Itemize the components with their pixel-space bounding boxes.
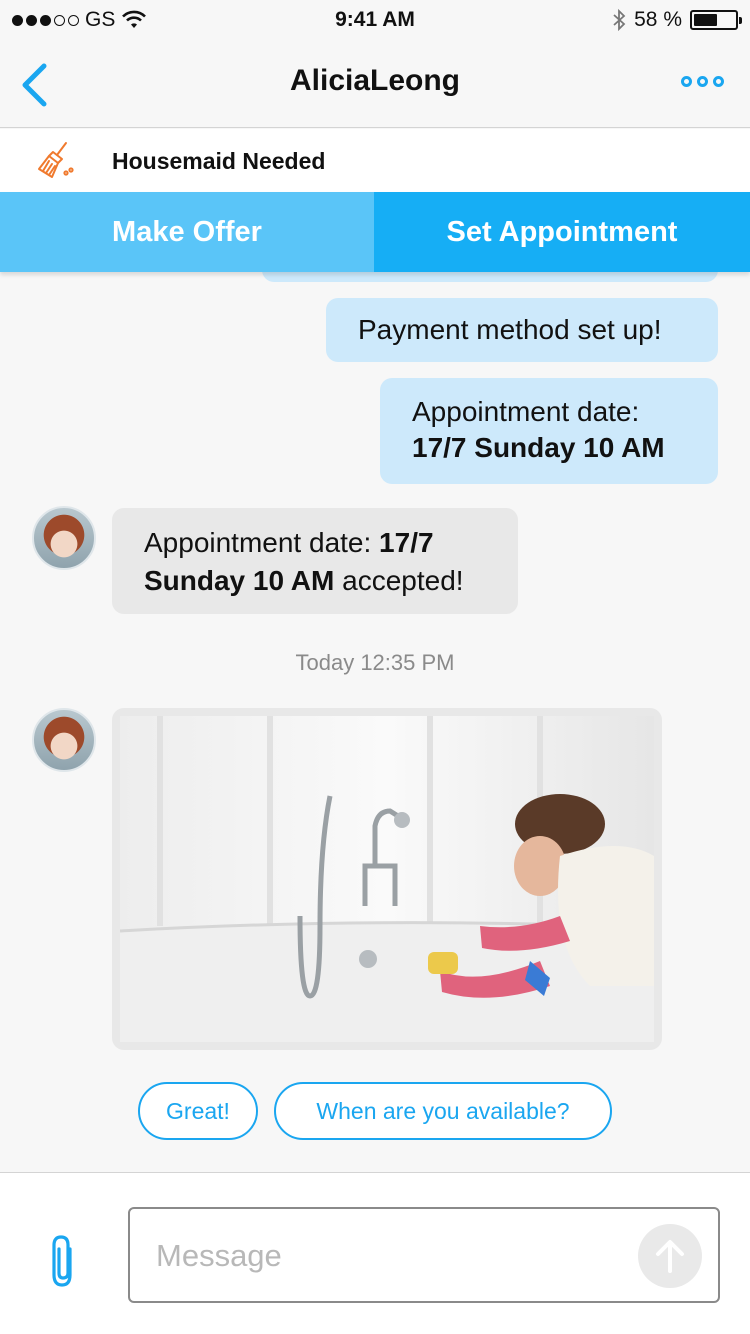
outgoing-message: Appointment date: 17/7 Sunday 10 AM	[380, 378, 718, 484]
broom-icon	[38, 142, 74, 178]
job-header[interactable]: Housemaid Needed	[0, 129, 750, 192]
bathtub-cleaning-photo	[120, 716, 654, 1042]
paperclip-icon	[52, 1235, 72, 1287]
message-composer	[0, 1172, 750, 1334]
status-right: 58 %	[612, 8, 742, 32]
battery-level	[694, 14, 718, 26]
more-dot-icon	[713, 76, 724, 87]
message-text-bold: 17/7 Sunday 10 AM	[412, 432, 665, 463]
message-text-bold: Sunday 10 AM	[144, 565, 335, 596]
more-dot-icon	[681, 76, 692, 87]
status-bar: GS 9:41 AM 58 %	[0, 0, 750, 40]
message-text: Appointment date:	[412, 396, 640, 427]
message-text-bold: 17/7	[379, 527, 434, 558]
more-options-button[interactable]	[681, 76, 724, 87]
chat-thread[interactable]: Payment method set up! Appointment date:…	[0, 272, 750, 1172]
outgoing-message: Payment method set up!	[326, 298, 718, 362]
message-field	[128, 1207, 720, 1303]
job-title: Housemaid Needed	[112, 148, 326, 174]
message-text: accepted!	[334, 565, 464, 596]
back-button[interactable]	[14, 62, 54, 108]
battery-icon	[690, 10, 742, 30]
set-appointment-button[interactable]: Set Appointment	[374, 192, 750, 272]
chevron-left-icon	[22, 63, 47, 107]
page-title: AliciaLeong	[289, 64, 461, 97]
bluetooth-icon	[613, 8, 626, 32]
timestamp: Today 12:35 PM	[295, 650, 455, 675]
send-button[interactable]	[638, 1224, 702, 1288]
more-dot-icon	[697, 76, 708, 87]
action-buttons: Make Offer Set Appointment	[0, 192, 750, 272]
attach-button[interactable]	[46, 1233, 82, 1289]
nav-bar: AliciaLeong	[0, 40, 750, 128]
previous-message-bubble	[262, 272, 718, 282]
make-offer-button[interactable]: Make Offer	[0, 192, 374, 272]
message-input[interactable]	[156, 1233, 616, 1279]
incoming-message: Appointment date: 17/7 Sunday 10 AM accep…	[112, 508, 518, 614]
quick-reply-great[interactable]: Great!	[138, 1082, 258, 1140]
message-text: Appointment date:	[144, 527, 380, 558]
arrow-up-icon	[656, 1240, 684, 1273]
photo-illustration	[120, 716, 654, 1042]
avatar[interactable]	[32, 708, 96, 772]
avatar[interactable]	[32, 506, 96, 570]
image-message[interactable]	[112, 708, 662, 1050]
battery-percent: 58 %	[634, 8, 682, 31]
quick-reply-availability[interactable]: When are you available?	[274, 1082, 612, 1140]
message-text: Payment method set up!	[358, 314, 662, 345]
